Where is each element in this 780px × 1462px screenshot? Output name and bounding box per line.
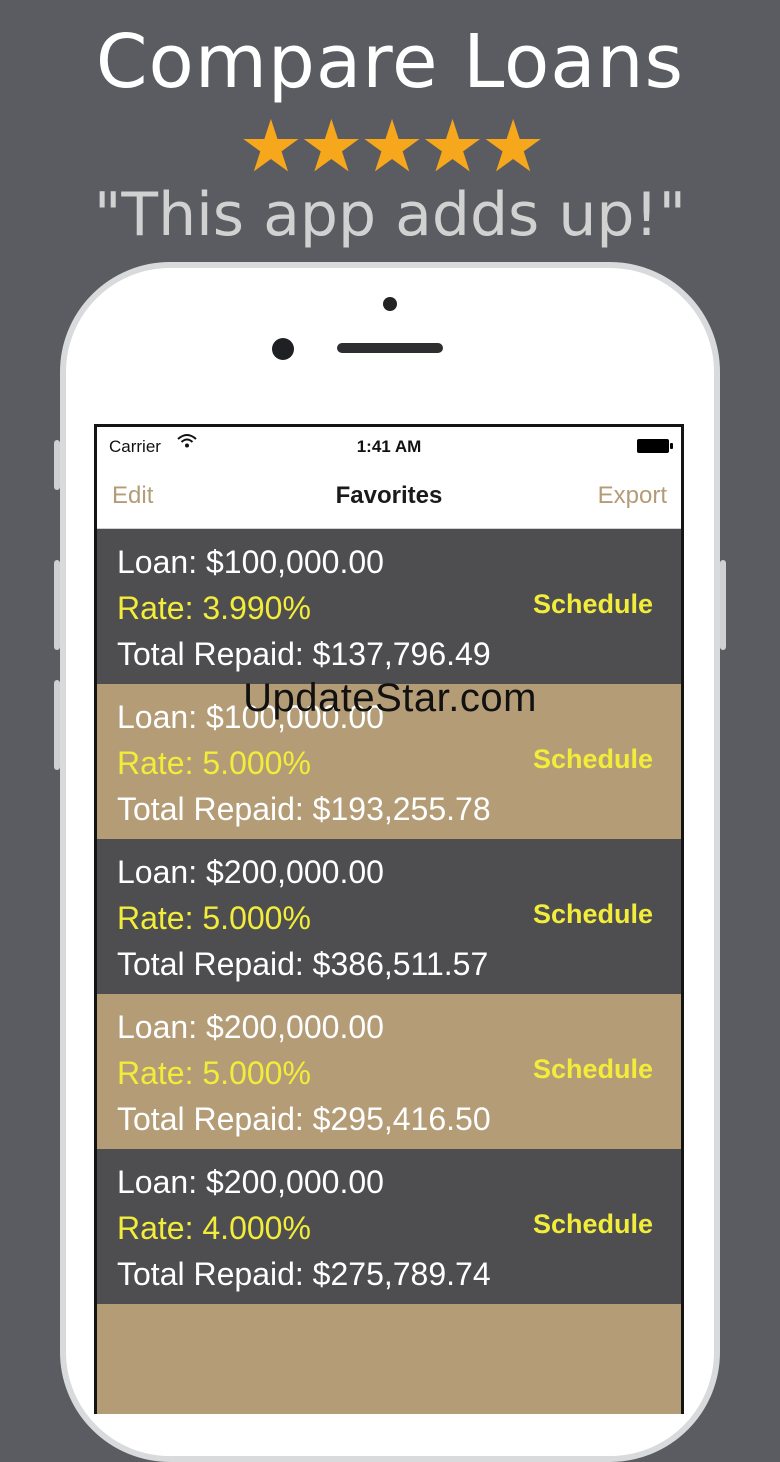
loan-amount: Loan: $200,000.00 [117,854,384,890]
rating-stars-icon: ★★★★★ [238,104,546,188]
phone-screen: Carrier 1:41 AM Edit Favorites Export Lo… [94,424,684,1414]
loan-row[interactable]: Loan: $200,000.00 Rate: 4.000% Total Rep… [97,1149,681,1304]
schedule-button[interactable]: Schedule [533,1054,653,1085]
loan-total-repaid: Total Repaid: $386,511.57 [117,946,489,982]
phone-side-button [54,440,60,490]
loan-total-repaid: Total Repaid: $275,789.74 [117,1256,491,1292]
status-time: 1:41 AM [356,437,422,456]
earpiece-speaker [337,343,443,353]
navigation-bar: Edit Favorites Export [97,467,681,529]
page-title: Favorites [335,482,443,509]
phone-volume-up-button [54,560,60,650]
schedule-button[interactable]: Schedule [533,589,653,620]
loan-total-repaid: Total Repaid: $295,416.50 [117,1101,491,1137]
loan-amount: Loan: $200,000.00 [117,1009,384,1045]
promo-quote: "This app adds up!" [93,180,687,250]
loan-row[interactable]: Loan: $200,000.00 Rate: 5.000% Total Rep… [97,994,681,1149]
loan-total-repaid: Total Repaid: $137,796.49 [117,636,491,672]
loan-amount: Loan: $200,000.00 [117,1164,384,1200]
schedule-button[interactable]: Schedule [533,744,653,775]
watermark: UpdateStar.com [243,676,537,720]
loan-row[interactable]: Loan: $100,000.00 Rate: 3.990% Total Rep… [97,529,681,684]
battery-icon [637,439,673,453]
phone-power-button [720,560,726,650]
proximity-sensor-icon [383,297,397,311]
front-camera-icon [272,338,294,360]
promo-headline: Compare Loans [95,19,685,105]
schedule-button[interactable]: Schedule [533,899,653,930]
loan-row[interactable]: Loan: $200,000.00 Rate: 5.000% Total Rep… [97,839,681,994]
schedule-button[interactable]: Schedule [533,1209,653,1240]
export-button[interactable]: Export [598,482,667,510]
status-bar: Carrier 1:41 AM [97,427,681,467]
loan-amount: Loan: $100,000.00 [117,544,384,580]
loan-total-repaid: Total Repaid: $193,255.78 [117,791,491,827]
